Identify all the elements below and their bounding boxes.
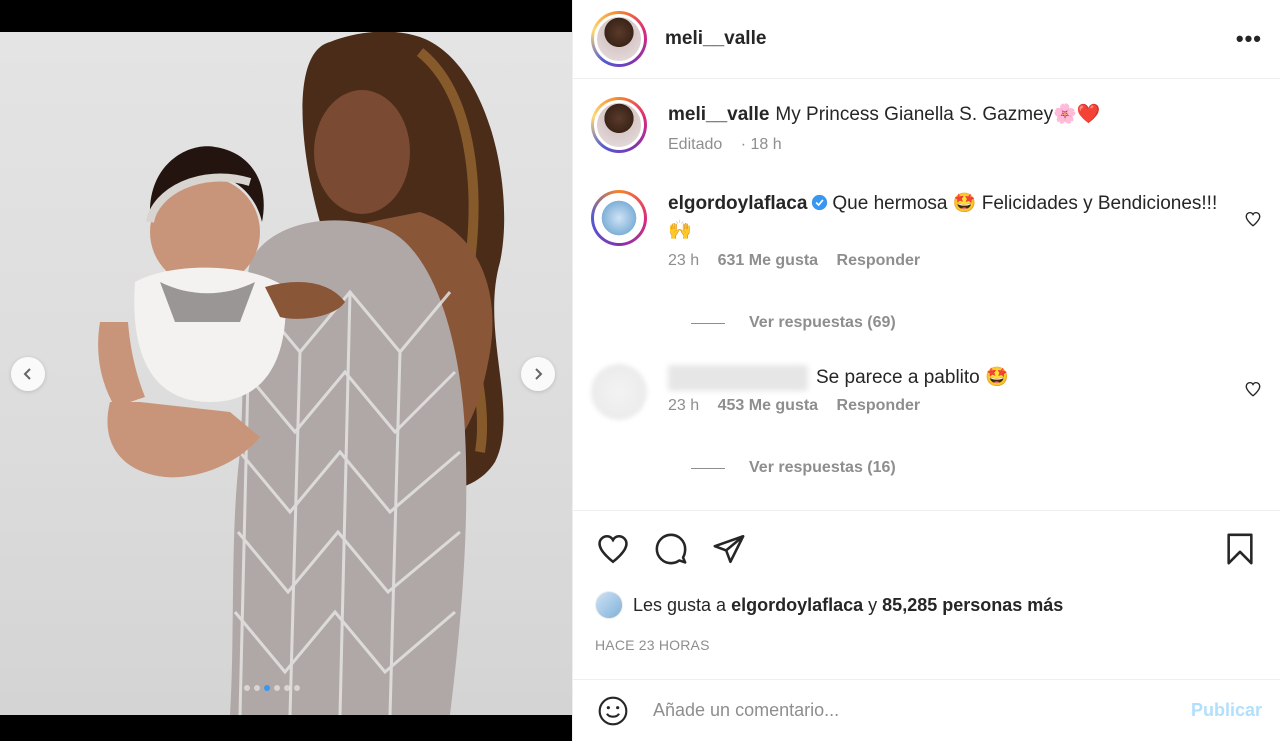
photo-illustration <box>98 32 505 715</box>
carousel-dot[interactable] <box>274 685 280 691</box>
like-button[interactable] <box>595 531 631 567</box>
comment-avatar[interactable] <box>591 364 647 420</box>
caption-username[interactable]: meli__valle <box>668 104 769 125</box>
caption-edited: Editado · 18 h <box>668 136 782 153</box>
comment-like-icon[interactable] <box>1244 380 1262 398</box>
likes-count[interactable]: 85,285 personas más <box>882 595 1063 616</box>
carousel-dot[interactable] <box>294 685 300 691</box>
verified-badge-icon <box>812 194 828 211</box>
author-username[interactable]: meli__valle <box>665 28 766 50</box>
carousel-dot[interactable] <box>244 685 250 691</box>
comment-text: Se parece a pablito 🤩 <box>816 367 1009 388</box>
comment-item: Se parece a pablito 🤩 23 h 453 Me gusta … <box>591 364 1262 476</box>
caption-text: My Princess Gianella S. Gazmey🌸❤️ <box>775 104 1101 125</box>
liker-avatar[interactable] <box>595 591 623 619</box>
paper-plane-icon <box>713 534 745 564</box>
carousel-dot[interactable] <box>284 685 290 691</box>
post-timestamp: HACE 23 HORAS <box>595 637 710 653</box>
comment-reply-button[interactable]: Responder <box>837 397 921 414</box>
post-actions: Les gusta a elgordoylaflaca y 85,285 per… <box>573 510 1280 680</box>
carousel-dot[interactable] <box>254 685 260 691</box>
comment-like-icon[interactable] <box>1244 210 1262 228</box>
add-comment-bar: Publicar <box>573 679 1280 741</box>
publish-button[interactable]: Publicar <box>1191 700 1262 721</box>
post-sidebar: meli__valle ••• meli__valle My Princess G… <box>572 0 1280 741</box>
post-caption: meli__valle My Princess Gianella S. Gazme… <box>591 97 1262 154</box>
comment-bubble-icon <box>655 533 687 565</box>
comment-likes[interactable]: 631 Me gusta <box>718 252 818 269</box>
post-photo[interactable] <box>0 32 572 715</box>
comment-reply-button[interactable]: Responder <box>837 252 921 269</box>
liker-username[interactable]: elgordoylaflaca <box>731 595 863 616</box>
smiley-icon <box>598 696 628 725</box>
comment-avatar[interactable] <box>591 190 647 246</box>
comment-likes[interactable]: 453 Me gusta <box>718 397 818 414</box>
comment-button[interactable] <box>653 531 689 567</box>
view-replies-button[interactable]: Ver respuestas (16) <box>691 459 896 477</box>
chevron-right-icon <box>535 368 543 380</box>
more-options-icon[interactable]: ••• <box>1236 26 1262 52</box>
share-button[interactable] <box>711 531 747 567</box>
comment-time: 23 h <box>668 252 700 269</box>
emoji-button[interactable] <box>595 693 631 729</box>
save-button[interactable] <box>1222 531 1258 567</box>
chevron-left-icon <box>23 368 31 380</box>
comment-input[interactable] <box>653 700 1179 721</box>
carousel-next-button[interactable] <box>521 357 555 391</box>
comment-time: 23 h <box>668 397 700 414</box>
author-avatar[interactable] <box>591 11 647 67</box>
likes-summary: Les gusta a elgordoylaflaca y 85,285 per… <box>595 591 1258 619</box>
carousel-prev-button[interactable] <box>11 357 45 391</box>
post-media <box>0 0 572 741</box>
heart-icon <box>598 534 628 564</box>
view-replies-button[interactable]: Ver respuestas (69) <box>691 314 896 332</box>
comment-username[interactable]: elgordoylaflaca <box>668 193 807 214</box>
comment-item: elgordoylaflaca Que hermosa 🤩 Felicidades… <box>591 190 1262 331</box>
comment-username[interactable] <box>668 364 808 391</box>
carousel-dot[interactable] <box>264 685 270 691</box>
bookmark-icon <box>1227 533 1253 565</box>
carousel-dots <box>244 685 300 691</box>
caption-avatar[interactable] <box>591 97 647 153</box>
post-header: meli__valle ••• <box>573 0 1280 79</box>
